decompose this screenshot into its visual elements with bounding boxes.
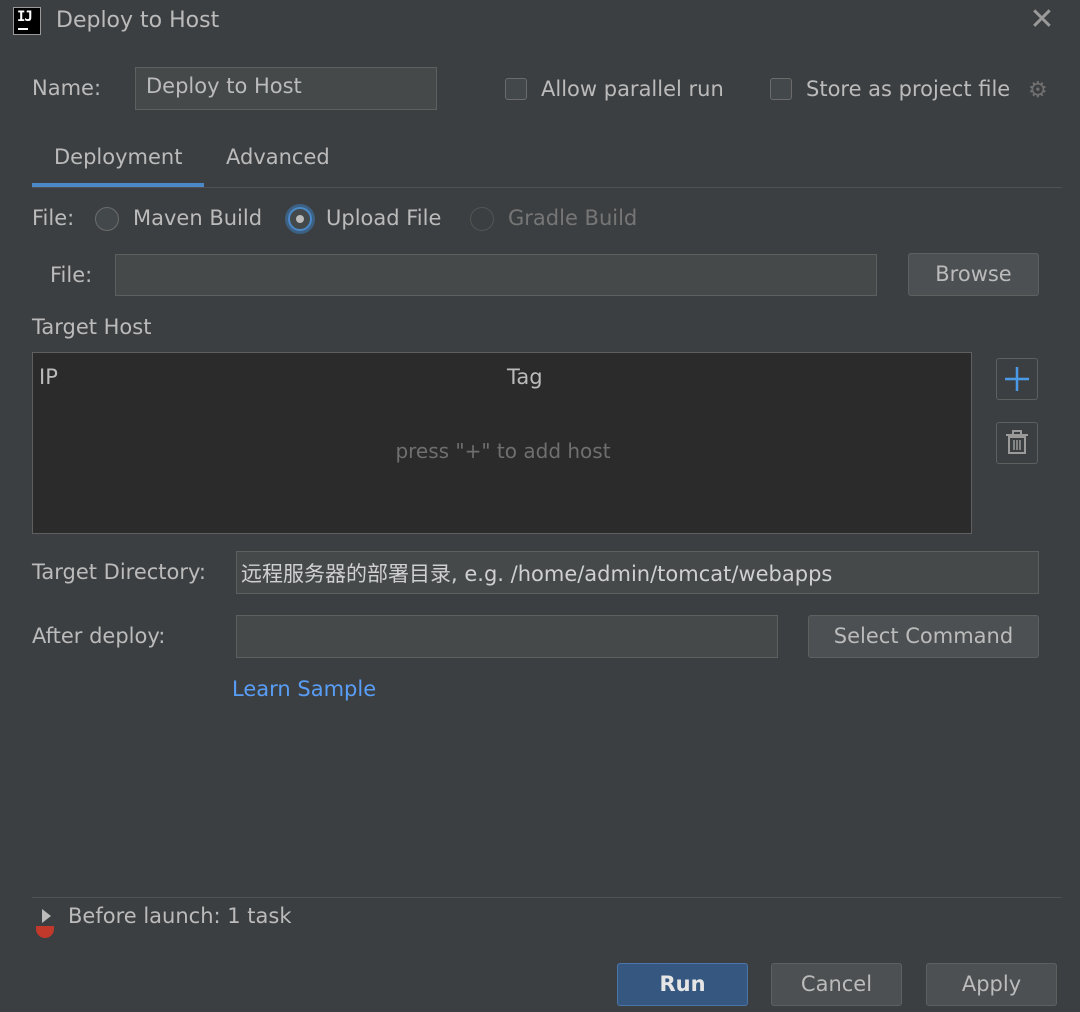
title-bar: IJ Deploy to Host ✕ bbox=[0, 0, 1080, 44]
before-launch-divider bbox=[32, 897, 1062, 898]
upload-file-radio[interactable] bbox=[288, 207, 312, 231]
remove-host-button[interactable] bbox=[996, 422, 1038, 464]
select-command-button[interactable]: Select Command bbox=[808, 615, 1039, 658]
target-host-table[interactable]: IP Tag press "+" to add host bbox=[32, 352, 972, 534]
before-launch-label[interactable]: Before launch: 1 task bbox=[68, 904, 300, 928]
trash-icon bbox=[1006, 430, 1028, 454]
error-icon bbox=[36, 926, 54, 938]
empty-table-hint: press "+" to add host bbox=[395, 439, 611, 463]
apply-button[interactable]: Apply bbox=[926, 963, 1057, 1006]
file-type-label: File: bbox=[32, 206, 75, 230]
tabs-divider bbox=[32, 187, 1062, 188]
window-title: Deploy to Host bbox=[56, 8, 220, 33]
target-directory-input[interactable]: 远程服务器的部署目录, e.g. /home/admin/tomcat/weba… bbox=[236, 551, 1039, 594]
after-deploy-label: After deploy: bbox=[32, 624, 166, 648]
target-host-label: Target Host bbox=[32, 315, 152, 339]
gradle-build-label: Gradle Build bbox=[508, 206, 638, 230]
triangle-right-icon[interactable] bbox=[42, 909, 51, 923]
gradle-build-radio bbox=[470, 207, 494, 231]
column-header-ip[interactable]: IP bbox=[39, 365, 58, 389]
close-icon[interactable]: ✕ bbox=[1028, 5, 1056, 35]
intellij-app-icon: IJ bbox=[13, 7, 41, 35]
run-button[interactable]: Run bbox=[617, 963, 748, 1006]
target-directory-placeholder: 远程服务器的部署目录, e.g. /home/admin/tomcat/weba… bbox=[241, 562, 833, 586]
allow-parallel-label[interactable]: Allow parallel run bbox=[541, 77, 724, 101]
tab-deployment[interactable]: Deployment bbox=[54, 145, 182, 169]
column-header-tag[interactable]: Tag bbox=[507, 365, 543, 389]
file-label: File: bbox=[50, 263, 93, 287]
allow-parallel-checkbox[interactable] bbox=[505, 78, 527, 100]
plus-icon bbox=[1005, 367, 1029, 391]
after-deploy-input[interactable] bbox=[236, 615, 778, 658]
store-project-label[interactable]: Store as project file bbox=[806, 77, 1010, 101]
file-path-input[interactable] bbox=[115, 254, 877, 296]
maven-build-radio[interactable] bbox=[95, 207, 119, 231]
name-input[interactable]: Deploy to Host bbox=[135, 67, 437, 110]
name-label: Name: bbox=[32, 76, 102, 100]
upload-file-label[interactable]: Upload File bbox=[326, 206, 441, 230]
tab-advanced[interactable]: Advanced bbox=[226, 145, 330, 169]
browse-button[interactable]: Browse bbox=[908, 253, 1039, 296]
maven-build-label[interactable]: Maven Build bbox=[133, 206, 262, 230]
name-input-value: Deploy to Host bbox=[146, 74, 302, 98]
store-project-checkbox[interactable] bbox=[770, 78, 792, 100]
add-host-button[interactable] bbox=[996, 358, 1038, 400]
learn-sample-link[interactable]: Learn Sample bbox=[232, 677, 376, 701]
gear-icon[interactable]: ⚙ bbox=[1028, 78, 1048, 103]
deploy-dialog: IJ Deploy to Host ✕ Name: Deploy to Host… bbox=[0, 0, 1080, 1012]
cancel-button[interactable]: Cancel bbox=[771, 963, 902, 1006]
target-directory-label: Target Directory: bbox=[32, 560, 206, 584]
